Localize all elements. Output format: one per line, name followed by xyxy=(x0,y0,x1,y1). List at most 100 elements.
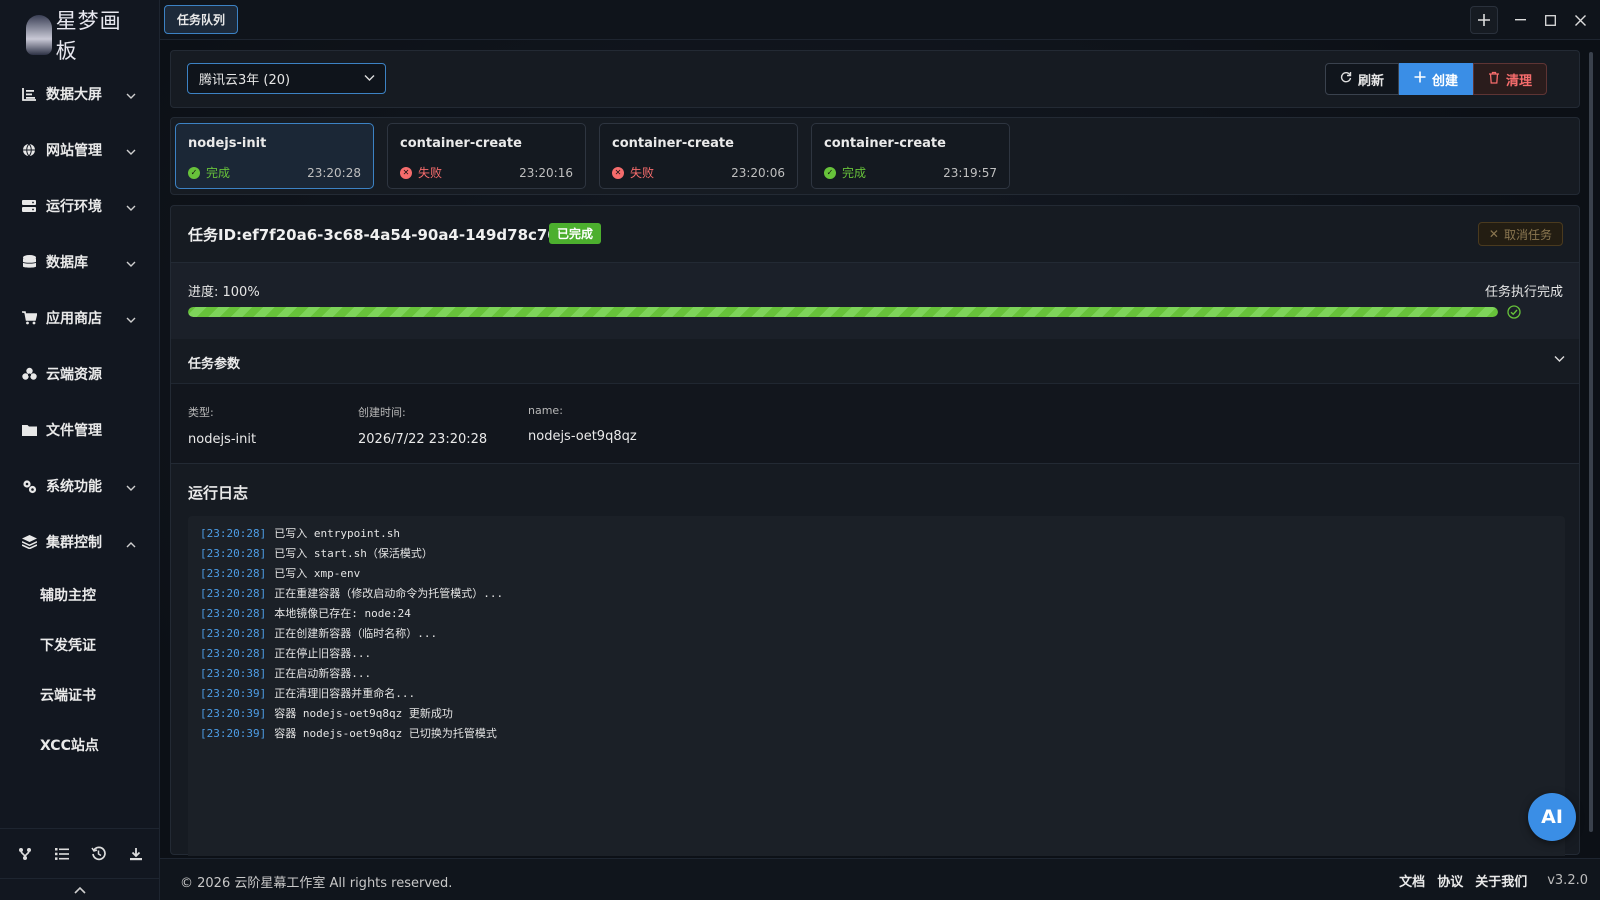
task-status-row: ✓ 完成 23:19:57 xyxy=(824,164,997,181)
task-name: nodejs-init xyxy=(188,136,267,151)
check-circle-icon xyxy=(1507,305,1521,319)
task-card[interactable]: container-create ✕ 失败 23:20:16 xyxy=(387,123,586,189)
close-icon[interactable] xyxy=(1566,6,1594,34)
history-icon[interactable] xyxy=(85,840,113,868)
log-timestamp: [23:20:39] xyxy=(200,707,267,720)
scrollbar-thumb[interactable] xyxy=(1589,52,1593,832)
sidebar-subitem[interactable]: 辅助主控 xyxy=(0,570,160,620)
sidebar-bottom-toolbar xyxy=(0,828,160,878)
sidebar-item[interactable]: 文件管理 xyxy=(0,402,160,458)
sidebar-item-label: 运行环境 xyxy=(46,199,102,215)
download-icon[interactable] xyxy=(122,840,150,868)
app-window: 星梦画板 数据大屏 网站管理运行环境数据库 应用商店 云端资源文件管理系统功能 集群控制… xyxy=(0,0,1600,900)
list-icon[interactable] xyxy=(48,840,76,868)
sidebar-subitem[interactable]: 云端证书 xyxy=(0,670,160,720)
task-card[interactable]: nodejs-init ✓ 完成 23:20:28 xyxy=(175,123,374,189)
server-icon xyxy=(20,197,38,215)
param-key: name: xyxy=(528,404,563,417)
globe-icon xyxy=(20,141,38,159)
footer-link-about[interactable]: 关于我们 xyxy=(1475,871,1527,890)
task-card[interactable]: container-create ✓ 完成 23:19:57 xyxy=(811,123,1010,189)
clear-button[interactable]: 清理 xyxy=(1473,63,1548,95)
trash-icon xyxy=(1488,71,1500,88)
refresh-label: 刷新 xyxy=(1358,73,1385,89)
sidebar-item[interactable]: 云端资源 xyxy=(0,346,160,402)
log-line: [23:20:39] 容器 nodejs-oet9q8qz 更新成功 xyxy=(200,704,1553,724)
sidebar-item[interactable]: 应用商店 xyxy=(0,290,160,346)
task-card[interactable]: container-create ✕ 失败 23:20:06 xyxy=(599,123,798,189)
action-button-group: 刷新 创建 清理 xyxy=(1325,63,1548,95)
tab-task-queue[interactable]: 任务队列 xyxy=(164,5,239,34)
log-message: 正在停止旧容器... xyxy=(274,647,372,660)
logo-text: 星梦画板 xyxy=(55,9,122,63)
log-message: 本地镜像已存在: node:24 xyxy=(274,607,411,620)
minimize-icon[interactable] xyxy=(1506,6,1534,34)
progress-bar xyxy=(188,307,1498,317)
create-button[interactable]: 创建 xyxy=(1399,63,1474,95)
sidebar-collapse-toggle[interactable] xyxy=(0,878,160,900)
sidebar-item[interactable]: 数据大屏 xyxy=(0,66,160,122)
sidebar-item-label: 文件管理 xyxy=(46,423,102,439)
log-line: [23:20:28] 已写入 start.sh（保活模式） xyxy=(200,544,1553,564)
sidebar-item[interactable]: 运行环境 xyxy=(0,178,160,234)
progress-bar-fill xyxy=(188,307,1498,317)
chevron-down-icon xyxy=(1554,356,1565,362)
cancel-task-button[interactable]: ✕ 取消任务 xyxy=(1477,222,1563,246)
params-body: 类型: nodejs-init 创建时间: 2026/7/22 23:20:28… xyxy=(171,384,1579,464)
param-type: 类型: nodejs-init xyxy=(188,404,256,447)
chart-icon xyxy=(20,85,38,103)
param-key: 创建时间: xyxy=(358,406,406,419)
footer-link-agreement[interactable]: 协议 xyxy=(1437,871,1463,890)
sidebar-item[interactable]: 数据库 xyxy=(0,234,160,290)
branch-icon[interactable] xyxy=(11,840,39,868)
log-timestamp: [23:20:39] xyxy=(200,727,267,740)
log-line: [23:20:39] 容器 nodejs-oet9q8qz 已切换为托管模式 xyxy=(200,724,1553,744)
log-message: 正在启动新容器... xyxy=(274,667,372,680)
sidebar-subitem[interactable]: 下发凭证 xyxy=(0,620,160,670)
page-scrollbar[interactable] xyxy=(1587,44,1595,844)
ai-assistant-button[interactable]: AI xyxy=(1528,793,1576,841)
log-timestamp: [23:20:28] xyxy=(200,527,267,540)
params-header[interactable]: 任务参数 xyxy=(171,339,1579,384)
cart-icon xyxy=(20,309,38,327)
copyright-text: © 2026 云阶星幕工作室 All rights reserved. xyxy=(180,876,453,891)
sidebar-item[interactable]: 系统功能 xyxy=(0,458,160,514)
log-line: [23:20:39] 正在清理旧容器并重命名... xyxy=(200,684,1553,704)
task-status: 失败 xyxy=(630,166,655,180)
sidebar-item[interactable]: 集群控制 xyxy=(0,514,160,570)
task-status: 完成 xyxy=(842,166,867,180)
maximize-icon[interactable] xyxy=(1536,6,1564,34)
folder-icon xyxy=(20,421,38,439)
status-badge: 已完成 xyxy=(549,223,602,244)
refresh-button[interactable]: 刷新 xyxy=(1325,63,1400,95)
cloud-resources-icon xyxy=(20,365,38,383)
chevron-down-icon xyxy=(126,201,136,211)
cancel-task-label: 取消任务 xyxy=(1503,227,1552,242)
logo-mascot-icon xyxy=(26,15,52,55)
log-message: 已写入 start.sh（保活模式） xyxy=(274,547,433,560)
chevron-down-icon xyxy=(126,313,136,323)
footer-link-docs[interactable]: 文档 xyxy=(1399,871,1425,890)
database-icon xyxy=(20,253,38,271)
chevron-up-icon xyxy=(126,537,136,548)
task-status-row: ✕ 失败 23:20:16 xyxy=(400,164,573,181)
task-status-row: ✕ 失败 23:20:06 xyxy=(612,164,785,181)
param-name: name: nodejs-oet9q8qz xyxy=(528,404,637,444)
logo[interactable]: 星梦画板 xyxy=(26,9,136,63)
log-timestamp: [23:20:28] xyxy=(200,567,267,580)
close-icon: ✕ xyxy=(1488,227,1499,241)
footer: © 2026 云阶星幕工作室 All rights reserved. 文档 协… xyxy=(160,858,1600,900)
log-output[interactable]: [23:20:28] 已写入 entrypoint.sh [23:20:28] 已写入… xyxy=(188,516,1565,856)
log-line: [23:20:28] 本地镜像已存在: node:24 xyxy=(200,604,1553,624)
check-circle-icon: ✓ xyxy=(824,166,836,179)
task-name: container-create xyxy=(612,136,734,151)
gears-icon xyxy=(20,477,38,495)
server-select[interactable]: 腾讯云3年 (20) xyxy=(187,63,386,94)
sidebar-subitem[interactable]: XCC站点 xyxy=(0,720,160,770)
new-tab-plus-icon[interactable] xyxy=(1470,6,1498,34)
sidebar-item[interactable]: 网站管理 xyxy=(0,122,160,178)
chevron-down-icon xyxy=(126,145,136,155)
version-label: v3.2.0 xyxy=(1547,873,1588,888)
params-title: 任务参数 xyxy=(188,357,241,372)
error-circle-icon: ✕ xyxy=(612,166,624,179)
